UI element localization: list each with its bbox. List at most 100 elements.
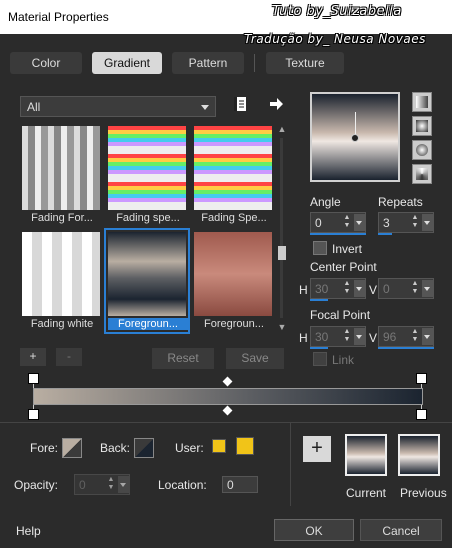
- user-color-button[interactable]: [212, 439, 226, 453]
- color-stop-start[interactable]: [28, 409, 39, 420]
- scrollbar-thumb[interactable]: [278, 246, 286, 260]
- tab-gradient[interactable]: Gradient: [92, 52, 162, 74]
- angle-value: 0: [315, 216, 322, 230]
- focal-v-slider[interactable]: [378, 347, 434, 349]
- color-stop-end[interactable]: [416, 409, 427, 420]
- gradient-thumb[interactable]: Fading white: [20, 230, 102, 332]
- focal-h-value: 30: [315, 330, 329, 344]
- help-link[interactable]: Help: [16, 524, 41, 538]
- cancel-button[interactable]: Cancel: [360, 519, 442, 541]
- color-midpoint[interactable]: [222, 405, 233, 416]
- rectangular-style-button[interactable]: [412, 116, 432, 136]
- radial-style-button[interactable]: [412, 164, 432, 184]
- repeats-spinner[interactable]: 3 ▲ ▼: [378, 212, 434, 233]
- chevron-down-icon[interactable]: [422, 328, 433, 345]
- back-label: Back:: [100, 441, 131, 455]
- opacity-stop-end[interactable]: [416, 373, 427, 384]
- back-color-button[interactable]: [134, 438, 154, 458]
- gradient-thumb-label: Foregroun...: [204, 318, 264, 330]
- chevron-down-icon: [201, 105, 209, 110]
- chevron-down-icon[interactable]: [422, 214, 433, 231]
- arrow-right-icon[interactable]: [268, 96, 284, 112]
- location-value: 0: [227, 478, 234, 492]
- gradient-thumb-label: Fading white: [30, 318, 94, 330]
- scroll-up-icon[interactable]: ▲: [276, 124, 288, 134]
- gradient-library-icon[interactable]: [232, 96, 248, 112]
- link-checkbox[interactable]: [313, 352, 327, 366]
- tab-color[interactable]: Color: [10, 52, 82, 74]
- opacity-stop-start[interactable]: [28, 373, 39, 384]
- spin-arrows-icon[interactable]: ▲ ▼: [409, 280, 421, 297]
- watermark-line-1: Tuto by_Suizabella: [272, 4, 402, 19]
- save-button[interactable]: Save: [226, 348, 284, 369]
- chevron-down-icon[interactable]: [354, 328, 365, 345]
- gradient-bar[interactable]: [33, 388, 423, 405]
- invert-checkbox[interactable]: [313, 241, 327, 255]
- center-point-handle[interactable]: [351, 134, 359, 142]
- add-to-recent-button[interactable]: +: [303, 436, 331, 462]
- chevron-down-icon[interactable]: [118, 476, 129, 493]
- user-color-swatch[interactable]: [236, 437, 254, 455]
- spin-arrows-icon[interactable]: ▲ ▼: [341, 328, 353, 345]
- chevron-down-icon[interactable]: [354, 280, 365, 297]
- focal-v-spinner[interactable]: 96 ▲ ▼: [378, 326, 434, 347]
- recent-divider: [290, 423, 291, 506]
- reset-button[interactable]: Reset: [152, 348, 214, 369]
- watermark-line-2: Tradução by_ Neusa Novaes: [244, 32, 426, 46]
- scrollbar-track[interactable]: [280, 138, 283, 318]
- repeats-slider[interactable]: [378, 233, 392, 235]
- focal-v-label: V: [369, 331, 378, 345]
- gradient-thumb[interactable]: Foregroun...: [192, 230, 274, 332]
- gradient-category-select[interactable]: All: [20, 96, 216, 117]
- center-point-label: Center Point: [310, 260, 377, 274]
- gradient-thumb-label: Foregroun...: [108, 318, 188, 330]
- center-h-spinner[interactable]: 30 ▲ ▼: [310, 278, 366, 299]
- spin-arrows-icon[interactable]: ▲ ▼: [341, 214, 353, 231]
- center-h-slider[interactable]: [310, 299, 328, 301]
- scroll-down-icon[interactable]: ▼: [276, 322, 288, 332]
- angle-spinner[interactable]: 0 ▲ ▼: [310, 212, 366, 233]
- previous-swatch[interactable]: [398, 434, 440, 476]
- tab-pattern[interactable]: Pattern: [172, 52, 244, 74]
- focal-h-slider[interactable]: [310, 347, 328, 349]
- window-title: Material Properties: [8, 10, 109, 24]
- gradient-thumb[interactable]: Fading spe...: [106, 124, 188, 226]
- opacity-spinner[interactable]: 0 ▲ ▼: [74, 474, 130, 495]
- spin-arrows-icon[interactable]: ▲ ▼: [341, 280, 353, 297]
- spin-arrows-icon[interactable]: ▲ ▼: [409, 328, 421, 345]
- gradient-thumb-label: Fading spe...: [116, 212, 180, 224]
- center-v-spinner[interactable]: 0 ▲ ▼: [378, 278, 434, 299]
- focal-h-label: H: [299, 331, 308, 345]
- gradient-preview: [194, 232, 272, 316]
- gradient-thumb[interactable]: Fading Spe...: [192, 124, 274, 226]
- rectangular-icon: [416, 120, 428, 132]
- chevron-down-icon[interactable]: [354, 214, 365, 231]
- gradient-thumb[interactable]: Fading For...: [20, 124, 102, 226]
- spin-arrows-icon[interactable]: ▲ ▼: [105, 476, 117, 493]
- current-label: Current: [346, 486, 387, 500]
- fore-color-button[interactable]: [62, 438, 82, 458]
- center-v-value: 0: [383, 282, 390, 296]
- opacity-midpoint[interactable]: [222, 376, 233, 387]
- spin-arrows-icon[interactable]: ▲ ▼: [409, 214, 421, 231]
- angle-slider[interactable]: [310, 233, 366, 235]
- link-label: Link: [332, 353, 355, 367]
- add-gradient-button[interactable]: +: [20, 348, 46, 366]
- center-h-label: H: [299, 283, 308, 297]
- gradient-preview: [194, 126, 272, 210]
- sunburst-icon: [416, 144, 428, 156]
- user-label: User:: [175, 441, 204, 455]
- focal-h-spinner[interactable]: 30 ▲ ▼: [310, 326, 366, 347]
- remove-gradient-button[interactable]: -: [56, 348, 82, 366]
- gradient-preview: [22, 126, 100, 210]
- ok-button[interactable]: OK: [274, 519, 354, 541]
- sunburst-style-button[interactable]: [412, 140, 432, 160]
- chevron-down-icon[interactable]: [422, 280, 433, 297]
- tab-texture[interactable]: Texture: [266, 52, 344, 74]
- current-swatch[interactable]: [345, 434, 387, 476]
- gradient-thumb-selected[interactable]: Foregroun...: [104, 228, 190, 334]
- gradient-preview: [22, 232, 100, 316]
- gradient-preview: [108, 232, 186, 316]
- location-field[interactable]: 0: [222, 476, 258, 493]
- linear-style-button[interactable]: [412, 92, 432, 112]
